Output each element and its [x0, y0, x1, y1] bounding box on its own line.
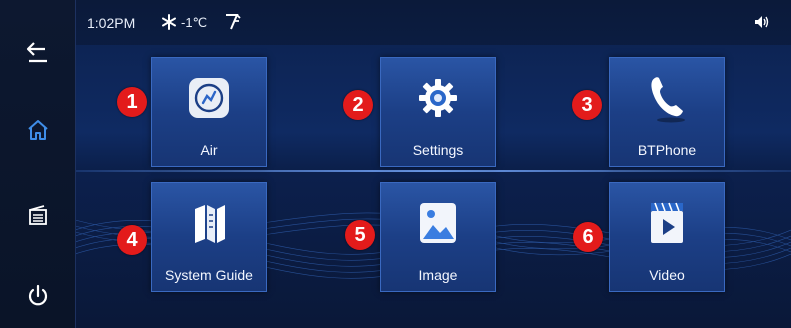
airflow-icon	[223, 12, 243, 35]
tile-system-guide[interactable]: System Guide	[151, 182, 267, 292]
number-badge: 6	[573, 222, 603, 252]
head-unit-screen: 1:02PM -1℃ Air 1 Settings 2 BTPhone 3 Sy…	[0, 0, 791, 328]
clock: 1:02PM	[87, 15, 136, 31]
volume-icon[interactable]	[753, 14, 769, 33]
home-icon	[26, 119, 50, 141]
tile-label: Video	[649, 267, 685, 283]
number-badge: 5	[345, 220, 375, 250]
tile-settings[interactable]: Settings	[380, 57, 496, 167]
number-badge: 3	[572, 90, 602, 120]
number-badge: 1	[117, 87, 147, 117]
power-button[interactable]	[0, 266, 75, 326]
tile-label: System Guide	[165, 267, 253, 283]
status-bar: 1:02PM -1℃	[75, 0, 791, 45]
gear-icon	[381, 72, 495, 124]
image-icon	[381, 197, 495, 249]
air-icon	[152, 72, 266, 124]
row-divider	[75, 170, 791, 172]
tile-label: BTPhone	[637, 142, 697, 158]
tile-air[interactable]: Air	[151, 57, 267, 167]
video-icon	[610, 197, 724, 249]
back-button[interactable]	[0, 22, 75, 82]
phone-icon	[610, 72, 724, 124]
tile-video[interactable]: Video	[609, 182, 725, 292]
tile-label: Image	[418, 267, 458, 283]
radio-button[interactable]	[0, 185, 75, 245]
side-nav-rail	[0, 0, 76, 328]
number-badge: 2	[343, 90, 373, 120]
power-icon	[27, 284, 49, 308]
home-button[interactable]	[0, 100, 75, 160]
tile-label: Air	[200, 142, 218, 158]
outside-temperature: -1℃	[181, 15, 208, 30]
tile-image[interactable]: Image	[380, 182, 496, 292]
back-icon	[25, 40, 51, 64]
radio-icon	[27, 204, 49, 226]
snowflake-icon	[161, 14, 177, 33]
number-badge: 4	[117, 225, 147, 255]
tile-btphone[interactable]: BTPhone	[609, 57, 725, 167]
map-guide-icon	[152, 197, 266, 249]
tile-label: Settings	[412, 142, 464, 158]
